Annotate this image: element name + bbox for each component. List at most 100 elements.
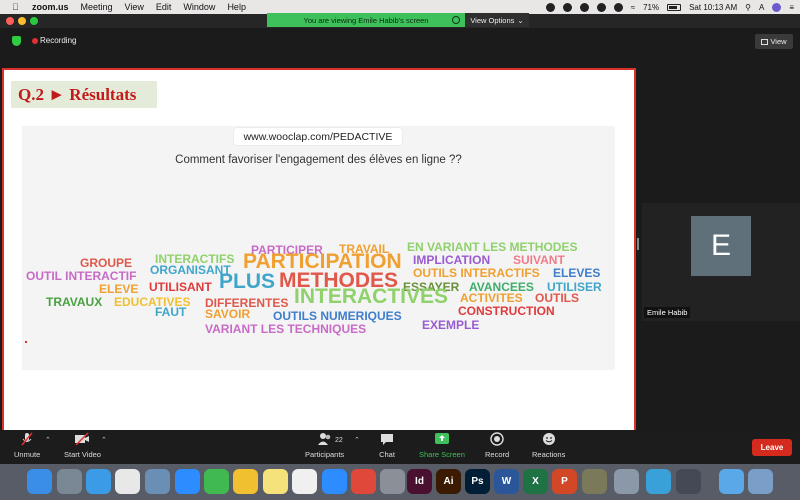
- dock-finder-icon[interactable]: [27, 469, 52, 494]
- word-cloud-word: ELEVES: [553, 266, 601, 280]
- video-off-icon: [75, 432, 90, 446]
- status-icon[interactable]: [562, 2, 572, 12]
- menu-help[interactable]: Help: [227, 2, 246, 12]
- slide-title: Q.2 ► Résultats: [11, 81, 157, 108]
- dock-word-icon[interactable]: W: [494, 469, 519, 494]
- dock-icon-letter: Id: [415, 476, 424, 487]
- dock-music-icon[interactable]: [292, 469, 317, 494]
- view-label: View: [770, 37, 787, 46]
- close-window-icon[interactable]: [6, 17, 14, 25]
- dock-icon-letter: P: [561, 476, 568, 487]
- zoom-window-icon[interactable]: [30, 17, 38, 25]
- reactions-button[interactable]: Reactions: [532, 432, 565, 459]
- clock[interactable]: Sat 10:13 AM: [689, 3, 737, 12]
- participants-count: 22: [335, 437, 343, 444]
- dock-photoshop-icon[interactable]: Ps: [465, 469, 490, 494]
- dock-finder-window-icon[interactable]: [719, 469, 744, 494]
- dock-excel-icon[interactable]: X: [523, 469, 548, 494]
- word-cloud-word: OUTILS NUMERIQUES: [273, 309, 402, 323]
- start-video-button[interactable]: Start Video: [64, 432, 101, 459]
- dock-launchpad-icon[interactable]: [57, 469, 82, 494]
- word-cloud-word: SAVOIR: [205, 307, 251, 321]
- dock-powerpoint-icon[interactable]: P: [552, 469, 577, 494]
- dock-image-capture-icon[interactable]: [614, 469, 639, 494]
- dock-facetime-icon[interactable]: [204, 469, 229, 494]
- control-center-icon[interactable]: ≡: [789, 3, 794, 12]
- menu-app[interactable]: zoom.us: [32, 2, 69, 12]
- dock-preview-icon[interactable]: [145, 469, 170, 494]
- dock-system-preferences-icon[interactable]: [380, 469, 405, 494]
- participant-avatar: E: [691, 216, 751, 276]
- share-screen-button[interactable]: Share Screen: [419, 432, 465, 459]
- dock-zoom-icon[interactable]: [175, 469, 200, 494]
- word-cloud-word: FAUT: [155, 305, 187, 319]
- record-button[interactable]: Record: [485, 432, 509, 459]
- chat-label: Chat: [379, 450, 395, 459]
- word-cloud-word: OUTIL INTERACTIF: [26, 269, 137, 283]
- status-icon[interactable]: [545, 2, 555, 12]
- start-video-label: Start Video: [64, 450, 101, 459]
- menu-view[interactable]: View: [125, 2, 144, 12]
- dock-indesign-icon[interactable]: Id: [407, 469, 432, 494]
- caret-up-icon[interactable]: ⌃: [101, 436, 107, 444]
- dock-illustrator-icon[interactable]: Ai: [436, 469, 461, 494]
- siri-icon[interactable]: [772, 2, 782, 12]
- record-label: Record: [485, 450, 510, 459]
- dock-icon-letter: Ps: [471, 476, 484, 487]
- word-cloud-word: INTERACTIVES: [294, 285, 449, 308]
- view-options-button[interactable]: View Options ⌄: [465, 13, 529, 27]
- minimize-window-icon[interactable]: [18, 17, 26, 25]
- dock-app-store-icon[interactable]: [322, 469, 347, 494]
- viewing-banner: You are viewing Emile Habib's screen: [267, 13, 465, 27]
- dock-chrome-icon[interactable]: [115, 469, 140, 494]
- grid-icon: [761, 38, 769, 45]
- dock-quicktime-icon[interactable]: [676, 469, 701, 494]
- dock-downloads-icon[interactable]: [748, 469, 773, 494]
- leave-button[interactable]: Leave: [752, 439, 792, 456]
- apple-icon[interactable]: : [12, 2, 22, 12]
- dock-photos-icon[interactable]: [233, 469, 258, 494]
- participant-tile[interactable]: E Emile Habib: [642, 203, 800, 321]
- status-icon[interactable]: [596, 2, 606, 12]
- input-source[interactable]: A: [759, 3, 764, 12]
- word-cloud-word: OUTILS INTERACTIFS: [413, 266, 540, 280]
- recording-label[interactable]: Recording: [40, 36, 76, 45]
- wooclap-card: www.wooclap.com/PEDACTIVE Comment favori…: [22, 126, 615, 370]
- dock-notes-icon[interactable]: [263, 469, 288, 494]
- view-button[interactable]: View: [755, 34, 793, 49]
- caret-up-icon[interactable]: ⌃: [354, 436, 360, 444]
- word-cloud-word: EN VARIANT LES METHODES: [407, 240, 578, 254]
- chat-button[interactable]: Chat: [379, 432, 395, 459]
- dock-icon-letter: Ai: [443, 476, 454, 487]
- word-cloud-word: TRAVAUX: [46, 295, 103, 309]
- shield-icon[interactable]: [12, 36, 21, 46]
- battery-icon[interactable]: [667, 3, 682, 11]
- wifi-icon[interactable]: ≈: [631, 3, 635, 12]
- meeting-controls: Unmute ⌃ Start Video ⌃ Participants 22 ⌃…: [0, 430, 800, 464]
- panel-splitter[interactable]: [637, 238, 639, 250]
- menu-window[interactable]: Window: [183, 2, 215, 12]
- macos-dock: Id Ai Ps W X P: [0, 464, 800, 500]
- chat-icon: [381, 434, 393, 445]
- muted-mic-icon: [21, 432, 33, 446]
- shared-screen: Q.2 ► Résultats www.wooclap.com/PEDACTIV…: [2, 68, 636, 452]
- word-cloud: GROUPE INTERACTIFS PARTICIPER TRAVAIL EN VAR…: [22, 126, 615, 370]
- word-cloud-word: GROUPE: [80, 256, 133, 270]
- caret-up-icon[interactable]: ⌃: [45, 436, 51, 444]
- reactions-icon: [542, 433, 555, 445]
- dock-accessibility-icon[interactable]: [646, 469, 671, 494]
- bluetooth-icon[interactable]: [613, 2, 623, 12]
- share-screen-label: Share Screen: [419, 450, 465, 459]
- view-options-label: View Options: [470, 15, 515, 25]
- dock-game-icon[interactable]: [582, 469, 607, 494]
- dock-anydesk-icon[interactable]: [351, 469, 376, 494]
- unmute-button[interactable]: Unmute: [14, 432, 40, 459]
- status-icon[interactable]: [579, 2, 589, 12]
- viewing-banner-text: You are viewing Emile Habib's screen: [303, 15, 429, 25]
- menu-edit[interactable]: Edit: [156, 2, 172, 12]
- word-cloud-word: IMPLICATION: [413, 253, 491, 267]
- menu-meeting[interactable]: Meeting: [81, 2, 113, 12]
- search-icon[interactable]: ⚲: [745, 3, 751, 12]
- dock-safari-icon[interactable]: [86, 469, 111, 494]
- battery-percent: 71%: [643, 2, 660, 12]
